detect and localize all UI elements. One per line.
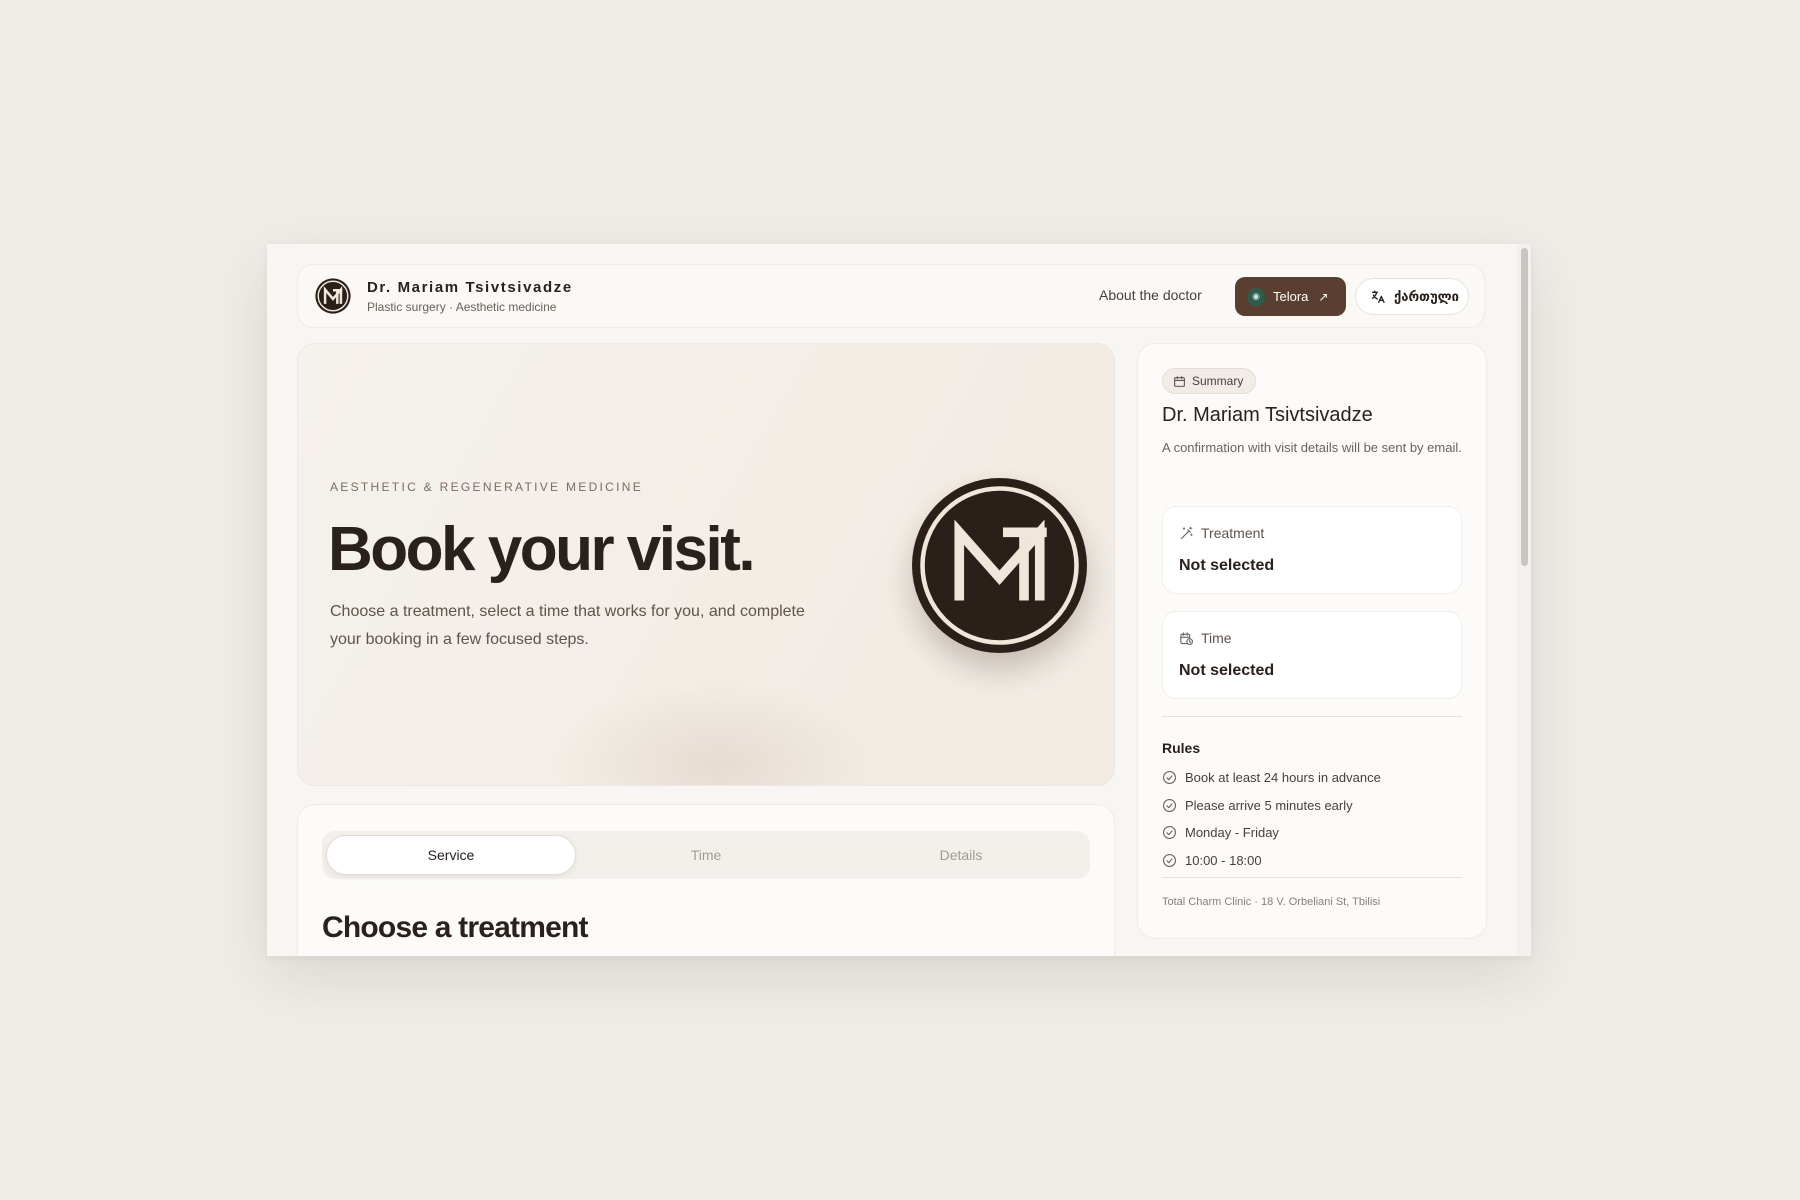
check-circle-icon bbox=[1162, 770, 1177, 785]
divider bbox=[1162, 716, 1462, 717]
rule-item: Book at least 24 hours in advance bbox=[1162, 764, 1462, 792]
treatment-field-label: Treatment bbox=[1179, 525, 1264, 541]
language-switch-button[interactable]: ქართული bbox=[1355, 278, 1469, 315]
hero-description: Choose a treatment, select a time that w… bbox=[330, 603, 805, 648]
nav-about-doctor[interactable]: About the doctor bbox=[1099, 287, 1202, 303]
hero-title: Book your visit. bbox=[328, 515, 756, 584]
summary-doctor-name: Dr. Mariam Tsivtsivadze bbox=[1162, 404, 1373, 426]
rule-item: Monday - Friday bbox=[1162, 819, 1462, 847]
brand-doctor-name: Dr. Mariam Tsivtsivadze bbox=[367, 279, 573, 296]
rule-item: Please arrive 5 minutes early bbox=[1162, 792, 1462, 820]
step-tabs: Service Time Details bbox=[322, 831, 1090, 879]
time-label: Time bbox=[1201, 630, 1232, 646]
mt-monogram-icon bbox=[912, 478, 1087, 653]
top-header: Dr. Mariam Tsivtsivadze Plastic surgery … bbox=[297, 264, 1485, 328]
time-field-label: Time bbox=[1179, 630, 1232, 646]
tab-service[interactable]: Service bbox=[326, 835, 576, 875]
rule-text: Please arrive 5 minutes early bbox=[1185, 797, 1353, 813]
confirmation-note: A confirmation with visit details will b… bbox=[1162, 440, 1462, 455]
rule-item: 10:00 - 18:00 bbox=[1162, 847, 1462, 875]
hero-banner: AESTHETIC & REGENERATIVE MEDICINE Book y… bbox=[297, 343, 1115, 786]
check-circle-icon bbox=[1162, 798, 1177, 813]
scrollbar-thumb[interactable] bbox=[1521, 248, 1528, 566]
time-value: Not selected bbox=[1179, 662, 1275, 679]
summary-badge: Summary bbox=[1162, 368, 1257, 394]
treatment-label: Treatment bbox=[1201, 525, 1265, 541]
telora-button[interactable]: ◉ Telora ↗ bbox=[1235, 277, 1346, 316]
treatment-value: Not selected bbox=[1179, 557, 1275, 574]
telora-label: Telora bbox=[1273, 289, 1309, 304]
check-circle-icon bbox=[1162, 825, 1177, 840]
telora-logo-icon: ◉ bbox=[1247, 287, 1265, 306]
tab-time[interactable]: Time bbox=[581, 835, 831, 875]
calendar-clock-icon bbox=[1179, 631, 1194, 646]
treatment-field[interactable]: Treatment Not selected bbox=[1162, 506, 1462, 594]
rule-text: Monday - Friday bbox=[1185, 825, 1279, 841]
check-circle-icon bbox=[1162, 853, 1177, 868]
calendar-icon bbox=[1173, 375, 1186, 388]
section-title: Choose a treatment bbox=[322, 911, 588, 944]
summary-panel: Summary Dr. Mariam Tsivtsivadze A confir… bbox=[1137, 343, 1487, 939]
rules-list: Book at least 24 hours in advance Please… bbox=[1162, 764, 1462, 874]
summary-badge-label: Summary bbox=[1192, 374, 1244, 388]
mt-monogram-icon[interactable] bbox=[315, 278, 351, 314]
rule-text: 10:00 - 18:00 bbox=[1185, 852, 1262, 868]
clinic-address: Total Charm Clinic · 18 V. Orbeliani St,… bbox=[1162, 896, 1381, 908]
rules-title: Rules bbox=[1162, 740, 1201, 756]
vertical-scrollbar[interactable] bbox=[1517, 244, 1531, 956]
arrow-up-right-icon: ↗ bbox=[1318, 289, 1329, 304]
tab-details[interactable]: Details bbox=[836, 835, 1086, 875]
brand-specialty: Plastic surgery · Aesthetic medicine bbox=[367, 300, 557, 314]
magic-wand-icon bbox=[1179, 526, 1194, 541]
language-label: ქართული bbox=[1394, 288, 1459, 304]
divider bbox=[1162, 877, 1462, 878]
translate-icon bbox=[1370, 289, 1386, 305]
browser-window: Dr. Mariam Tsivtsivadze Plastic surgery … bbox=[267, 244, 1531, 956]
rule-text: Book at least 24 hours in advance bbox=[1185, 770, 1381, 786]
hero-eyebrow: AESTHETIC & REGENERATIVE MEDICINE bbox=[330, 480, 644, 494]
time-field[interactable]: Time Not selected bbox=[1162, 611, 1462, 699]
booking-steps-card: Service Time Details Choose a treatment bbox=[297, 804, 1115, 956]
